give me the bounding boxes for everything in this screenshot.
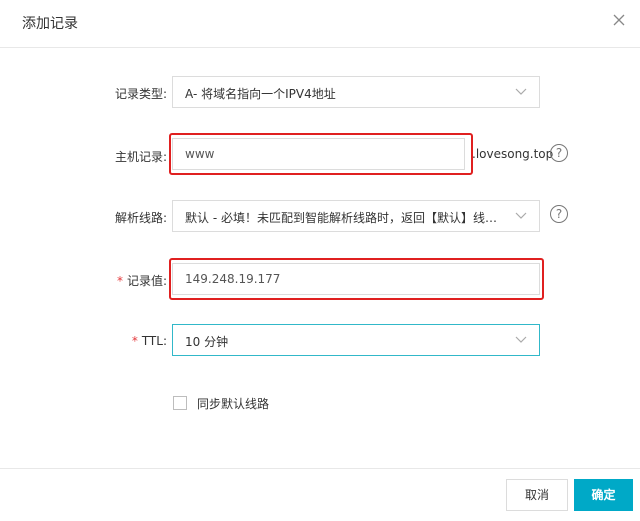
record-value-label: * 记录值: [116, 274, 167, 288]
required-mark: * [116, 274, 123, 288]
ttl-value: 10 分钟 [185, 335, 229, 349]
resolve-line-select[interactable]: 默认 - 必填！未匹配到智能解析线路时，返回【默认】线路... [172, 200, 540, 232]
chevron-down-icon [515, 211, 527, 221]
dialog-title: 添加记录 [22, 16, 78, 32]
ttl-label: * TTL: [131, 334, 167, 348]
chevron-down-icon [515, 335, 527, 345]
host-record-label: 主机记录: [114, 150, 167, 164]
host-help-icon[interactable]: ? [550, 144, 568, 162]
chevron-down-icon [515, 87, 527, 97]
dialog-header: 添加记录 [0, 0, 640, 48]
record-type-value: A- 将域名指向一个IPV4地址 [185, 87, 336, 101]
close-icon[interactable] [612, 13, 626, 27]
record-type-label: 记录类型: [114, 87, 167, 101]
line-help-icon[interactable]: ? [550, 205, 568, 223]
sync-default-line-label: 同步默认线路 [197, 397, 270, 411]
annotation-box-value [169, 258, 544, 300]
annotation-box-host [169, 133, 473, 175]
cancel-button[interactable]: 取消 [506, 479, 568, 511]
confirm-button[interactable]: 确定 [574, 479, 633, 511]
record-type-select[interactable]: A- 将域名指向一个IPV4地址 [172, 76, 540, 108]
ttl-select[interactable]: 10 分钟 [172, 324, 540, 356]
domain-suffix: .lovesong.top [472, 147, 554, 161]
required-mark: * [131, 334, 138, 348]
resolve-line-value: 默认 - 必填！未匹配到智能解析线路时，返回【默认】线路... [185, 211, 503, 225]
sync-default-line-checkbox[interactable] [173, 396, 187, 410]
resolve-line-label: 解析线路: [114, 211, 167, 225]
